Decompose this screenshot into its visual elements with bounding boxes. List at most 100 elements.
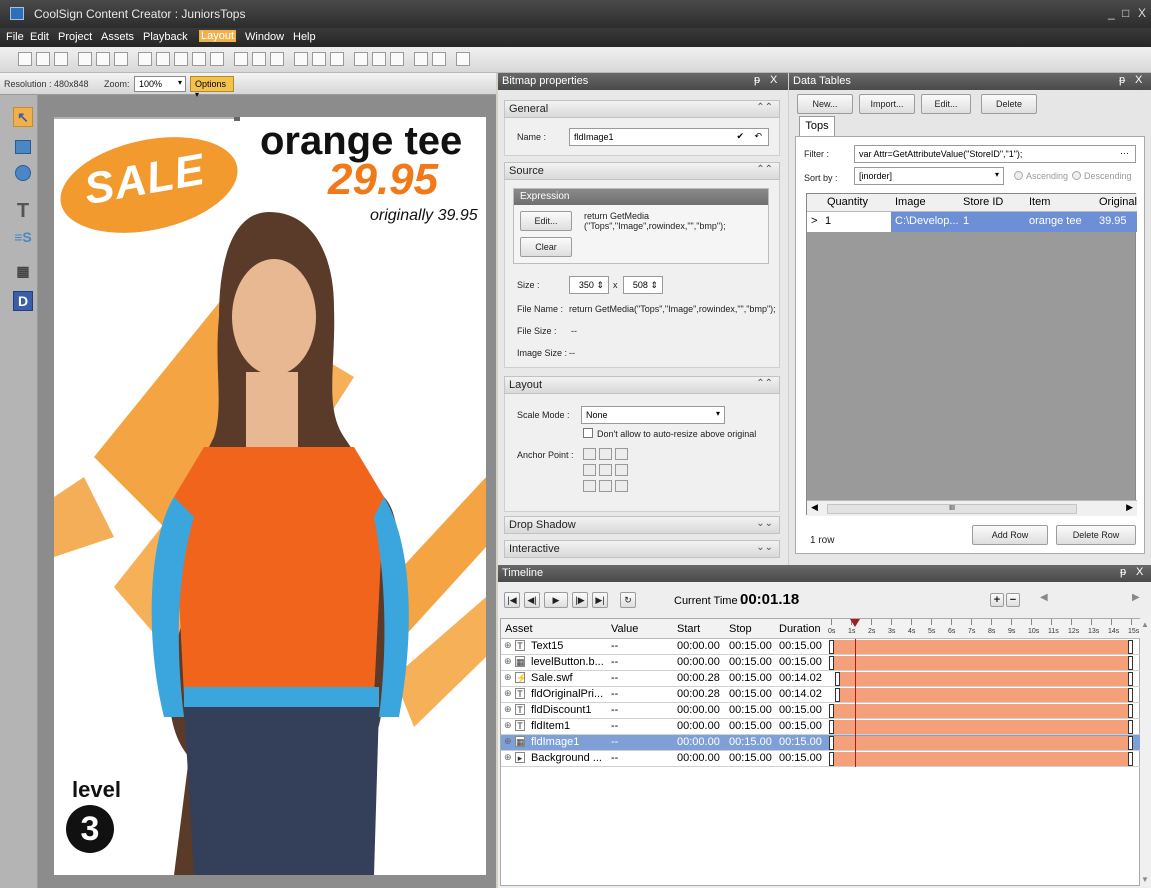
timeline-row[interactable]: ⊕⚡ Sale.swf -- 00:00.28 00:15.00 00:14.02 [501,671,1141,687]
col-asset[interactable]: Asset [505,623,533,635]
space-less-icon[interactable] [192,52,206,66]
anchor-top-left[interactable] [583,448,596,460]
table-row[interactable]: > 1 C:\Develop... 1 orange tee 39.95 [807,212,1137,232]
delete-table-button[interactable]: Delete [981,94,1037,114]
col-start[interactable]: Start [677,623,700,635]
menu-assets[interactable]: Assets [101,31,134,43]
maximize-button[interactable]: □ [1122,6,1129,20]
timeline-row[interactable]: ⊕ TfldItem1 -- 00:00.00 00:15.00 00:15.00 [501,719,1141,735]
data-tool-icon[interactable]: D [13,291,33,311]
import-table-button[interactable]: Import... [859,94,915,114]
timeline-end-handle[interactable] [1128,688,1133,702]
table-tool-icon[interactable]: ▦ [13,261,33,281]
timeline-bar[interactable] [836,672,1131,686]
timeline-start-handle[interactable] [829,736,834,750]
same-size-icon[interactable] [390,52,404,66]
space-remove-icon[interactable] [210,52,224,66]
timeline-bar[interactable] [831,656,1131,670]
filter-field[interactable]: var Attr=GetAttributeValue("StoreID","1"… [854,145,1136,163]
timeline-bar[interactable] [831,736,1131,750]
minimize-button[interactable]: _ [1108,6,1115,20]
timeline-start-handle[interactable] [834,672,840,686]
select-tool-icon[interactable]: ↖ [13,107,33,127]
edit-table-button[interactable]: Edit... [921,94,971,114]
align-right-icon[interactable] [54,52,68,66]
timeline-bar[interactable] [831,640,1131,654]
name-field[interactable]: fldImage1 ✔ ↶ [569,128,769,146]
vspace-more-icon[interactable] [252,52,266,66]
same-height-icon[interactable] [372,52,386,66]
scroll-thumb[interactable]: III [827,504,1077,514]
timeline-end-handle[interactable] [1128,720,1133,734]
close-icon[interactable]: X [770,74,777,86]
anchor-middle-right[interactable] [615,464,628,476]
vspace-even-icon[interactable] [234,52,248,66]
timeline-bar[interactable] [831,752,1131,766]
scroll-up-icon[interactable]: ▲ [1141,620,1149,629]
cell-original-price[interactable]: 39.95 [1099,215,1127,227]
align-bottom-icon[interactable] [114,52,128,66]
col-quantity[interactable]: Quantity [827,196,868,208]
align-center-icon[interactable] [36,52,50,66]
timeline-vscroll[interactable]: ▲ ▼ [1140,618,1151,886]
timeline-row[interactable]: ⊕ T Text15 -- 00:00.00 00:15.00 00:15.00 [501,639,1141,655]
scroll-down-icon[interactable]: ▼ [1141,875,1149,884]
menu-help[interactable]: Help [293,31,316,43]
zoom-out-icon[interactable]: − [1006,593,1020,607]
center-vertical-icon[interactable] [312,52,326,66]
ticker-tool-icon[interactable]: ≡S [13,227,33,247]
menu-window[interactable]: Window [245,31,284,43]
menu-file[interactable]: File [6,31,24,43]
timeline-row[interactable]: ⊕ TfldDiscount1 -- 00:00.00 00:15.00 00:15.00 [501,703,1141,719]
play-icon[interactable]: ▶ [544,592,568,608]
send-back-icon[interactable] [432,52,446,66]
center-both-icon[interactable] [330,52,344,66]
design-canvas[interactable]: SALE orange tee 29.95 originally 39.95 l… [54,117,486,875]
expression-clear-button[interactable]: Clear [520,237,572,257]
skip-end-icon[interactable]: ▶| [592,592,608,608]
anchor-bottom-right[interactable] [615,480,628,492]
close-icon[interactable]: X [1136,566,1143,578]
scroll-right-icon[interactable]: ▶ [1132,592,1140,603]
timeline-start-handle[interactable] [834,688,840,702]
close-icon[interactable]: X [1135,74,1142,86]
layout-section-header[interactable]: Layout ⌃⌃ [504,376,780,394]
delete-row-button[interactable]: Delete Row [1056,525,1136,545]
col-duration[interactable]: Duration [779,623,821,635]
zoom-in-icon[interactable]: + [990,593,1004,607]
align-top-icon[interactable] [78,52,92,66]
scroll-left-icon[interactable]: ◀ [1040,592,1048,603]
align-left-icon[interactable] [18,52,32,66]
step-forward-icon[interactable]: |▶ [572,592,588,608]
anchor-bottom-left[interactable] [583,480,596,492]
timeline-end-handle[interactable] [1128,752,1133,766]
timeline-end-handle[interactable] [1128,640,1133,654]
col-store-id[interactable]: Store ID [963,196,1003,208]
timeline-start-handle[interactable] [829,640,834,654]
ascending-radio[interactable] [1014,171,1023,180]
col-original-price[interactable]: Original P [1099,196,1137,208]
anchor-center[interactable] [599,464,612,476]
time-ruler[interactable]: 0s 1s 2s 3s 4s 5s 6s 7s 8s 9s 10s 11s 12s 13s 14s 15s [827,619,1139,639]
timeline-end-handle[interactable] [1128,736,1133,750]
center-horizontal-icon[interactable] [294,52,308,66]
new-table-button[interactable]: New... [797,94,853,114]
bring-front-icon[interactable] [414,52,428,66]
align-middle-icon[interactable] [96,52,110,66]
width-stepper[interactable]: 350 ⇕ [569,276,609,294]
close-button[interactable]: X [1138,6,1146,20]
pin-icon[interactable]: ᵽ [1119,74,1125,86]
tab-tops[interactable]: Tops [799,116,835,136]
timeline-row[interactable]: ⊕ TfldOriginalPri... -- 00:00.28 00:15.00 00:… [501,687,1141,703]
drop-shadow-section-header[interactable]: Drop Shadow ⌄⌄ [504,516,780,534]
timeline-row[interactable]: ⊕ ▸ Background ... -- 00:00.00 00:15.00 00:15.… [501,751,1141,767]
col-value[interactable]: Value [611,623,638,635]
autoresize-checkbox[interactable] [583,428,593,438]
timeline-start-handle[interactable] [829,752,834,766]
source-section-header[interactable]: Source ⌃⌃ [504,162,780,180]
expression-edit-button[interactable]: Edit... [520,211,572,231]
cell-quantity[interactable]: 1 [825,215,831,227]
space-horizontal-icon[interactable] [138,52,152,66]
cell-item[interactable]: orange tee [1029,215,1082,227]
timeline-end-handle[interactable] [1128,656,1133,670]
